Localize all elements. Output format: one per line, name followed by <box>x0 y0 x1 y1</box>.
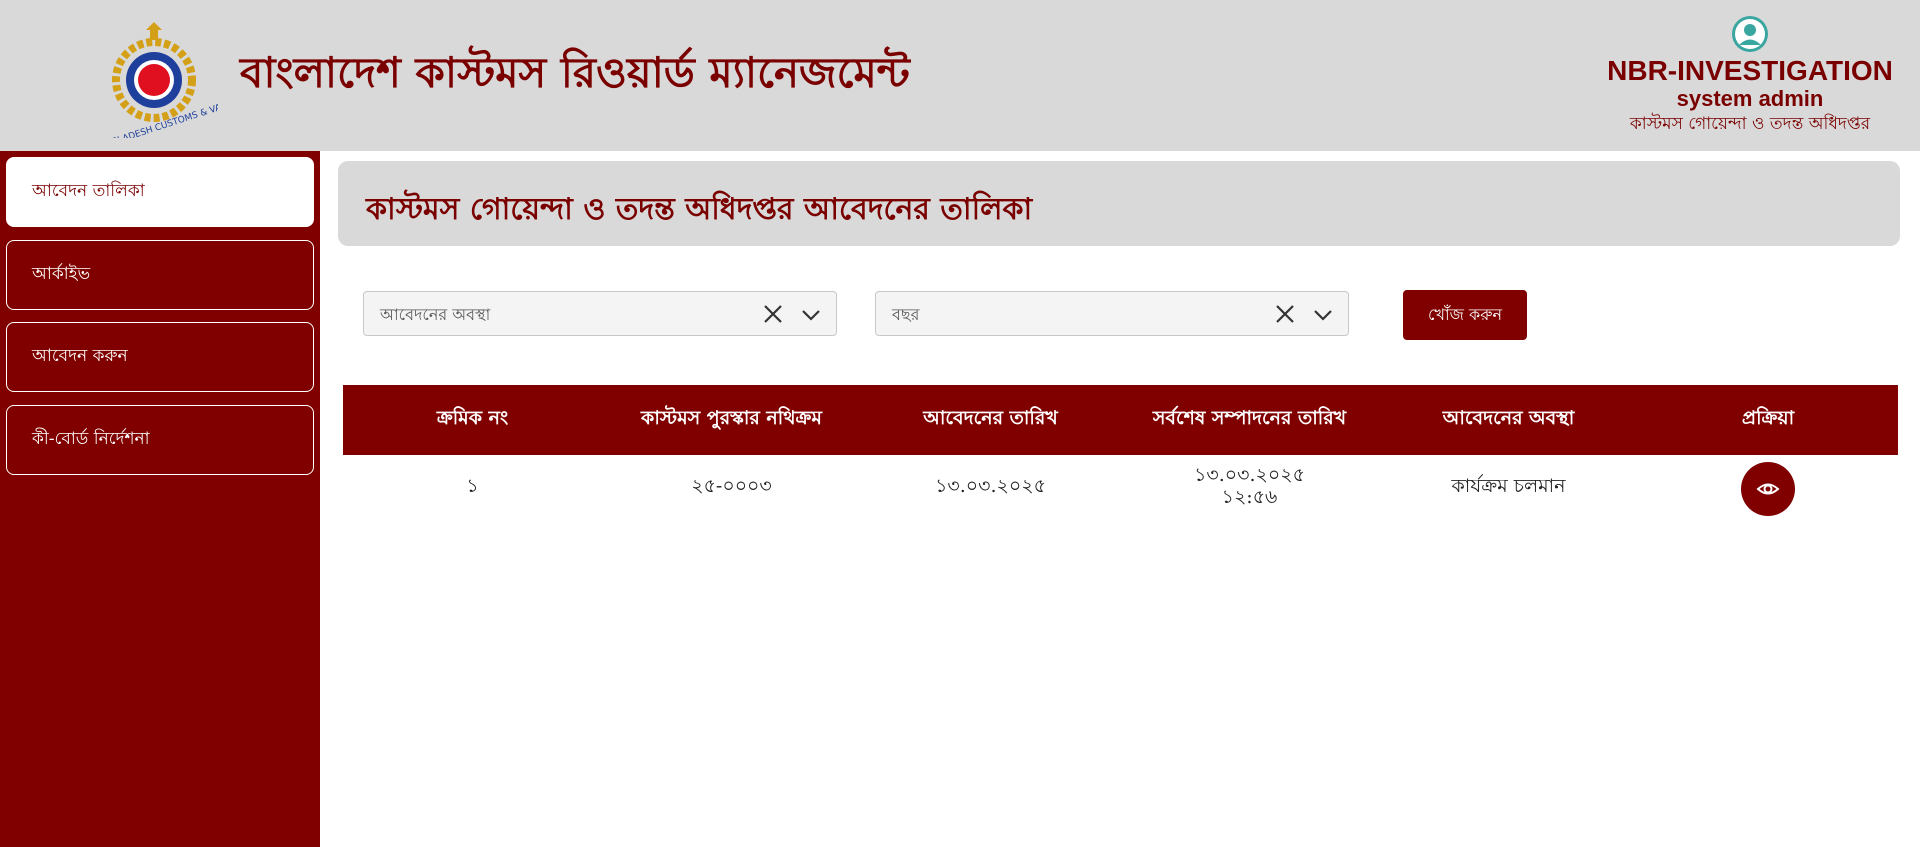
search-button[interactable]: খোঁজ করুন <box>1403 290 1527 340</box>
app-title: বাংলাদেশ কাস্টমস রিওয়ার্ড ম্যানেজমেন্ট <box>240 48 910 97</box>
column-header: সর্বশেষ সম্পাদনের তারিখ <box>1152 407 1347 429</box>
sidebar-item-archive[interactable]: আর্কাইভ <box>6 240 314 310</box>
applied-date-cell: ১৩.০৩.২০২৫ <box>935 475 1046 497</box>
clear-icon[interactable] <box>762 303 784 325</box>
eye-icon <box>1756 483 1780 495</box>
column-header: কাস্টমস পুরস্কার নথিক্রম <box>641 407 822 429</box>
clear-icon[interactable] <box>1274 303 1296 325</box>
last-edit-time: ১২:৫৬ <box>1221 486 1278 508</box>
app-header: BANGLADESH CUSTOMS & VAT বাংলাদেশ কাস্টম… <box>0 0 1920 151</box>
user-role: system admin <box>1676 86 1824 111</box>
main-content: কাস্টমস গোয়েন্দা ও তদন্ত অধিদপ্তর আবেদন… <box>320 151 1920 847</box>
column-header: আবেদনের অবস্থা <box>1442 407 1575 429</box>
sidebar: আবেদন তালিকা আর্কাইভ আবেদন করুন কী-বোর্ড… <box>0 151 320 847</box>
file-number-cell: ২৫-০০০৩ <box>691 475 772 497</box>
user-name: NBR-INVESTIGATION <box>1607 55 1893 86</box>
page-title: কাস্টমস গোয়েন্দা ও তদন্ত অধিদপ্তর আবেদন… <box>366 192 1033 227</box>
page-title-bar: কাস্টমস গোয়েন্দা ও তদন্ত অধিদপ্তর আবেদন… <box>338 161 1900 246</box>
table-header: ক্রমিক নং কাস্টমস পুরস্কার নথিক্রম আবেদন… <box>343 385 1898 455</box>
user-profile: NBR-INVESTIGATION system admin কাস্টমস গ… <box>1600 14 1900 136</box>
status-filter-select[interactable]: আবেদনের অবস্থা <box>363 291 837 336</box>
user-avatar-icon[interactable] <box>1730 14 1770 54</box>
sidebar-item-apply[interactable]: আবেদন করুন <box>6 322 314 392</box>
view-button[interactable] <box>1741 462 1795 516</box>
serial-cell: ১ <box>466 475 479 497</box>
applications-table: ক্রমিক নং কাস্টমস পুরস্কার নথিক্রম আবেদন… <box>343 385 1898 517</box>
last-edit-date: ১৩.০৩.২০২৫ <box>1194 464 1305 486</box>
chevron-down-icon[interactable] <box>1312 304 1334 326</box>
sidebar-item-label: আর্কাইভ <box>32 264 91 284</box>
customs-logo: BANGLADESH CUSTOMS & VAT <box>96 22 218 138</box>
sidebar-item-label: আবেদন তালিকা <box>32 181 145 201</box>
year-filter-placeholder: বছর <box>892 305 920 324</box>
year-filter-select[interactable]: বছর <box>875 291 1349 336</box>
sidebar-item-label: কী-বোর্ড নির্দেশনা <box>32 429 150 449</box>
chevron-down-icon[interactable] <box>800 304 822 326</box>
column-header: ক্রমিক নং <box>436 407 509 429</box>
user-department: কাস্টমস গোয়েন্দা ও তদন্ত অধিদপ্তর <box>1629 114 1871 134</box>
action-cell <box>1638 456 1898 516</box>
last-edit-cell: ১৩.০৩.২০২৫ ১২:৫৬ <box>1120 464 1379 508</box>
sidebar-item-application-list[interactable]: আবেদন তালিকা <box>6 157 314 227</box>
table-row: ১ ২৫-০০০৩ ১৩.০৩.২০২৫ ১৩.০৩.২০২৫ ১২:৫৬ কা… <box>343 455 1898 517</box>
status-cell: কার্যক্রম চলমান <box>1451 475 1566 497</box>
sidebar-item-keyboard-guide[interactable]: কী-বোর্ড নির্দেশনা <box>6 405 314 475</box>
sidebar-item-label: আবেদন করুন <box>32 346 128 366</box>
column-header: প্রক্রিয়া <box>1741 407 1795 429</box>
column-header: আবেদনের তারিখ <box>923 407 1058 429</box>
status-filter-placeholder: আবেদনের অবস্থা <box>380 305 491 324</box>
